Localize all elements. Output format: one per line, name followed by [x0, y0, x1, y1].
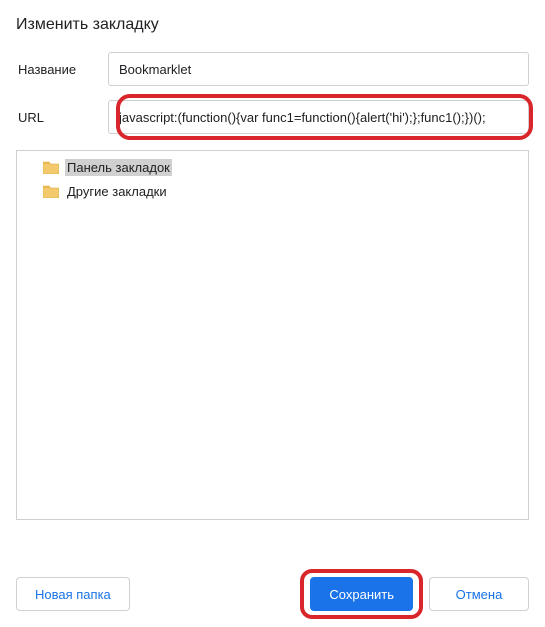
folder-tree[interactable]: Панель закладок Другие закладки	[16, 150, 529, 520]
folder-other-bookmarks[interactable]: Другие закладки	[17, 179, 528, 203]
cancel-button[interactable]: Отмена	[429, 577, 529, 611]
folder-icon	[43, 185, 59, 198]
save-button[interactable]: Сохранить	[310, 577, 413, 611]
name-row: Название	[16, 52, 529, 86]
save-button-wrap: Сохранить	[310, 577, 413, 611]
button-row: Новая папка Сохранить Отмена	[16, 577, 529, 611]
folder-bookmarks-bar[interactable]: Панель закладок	[17, 155, 528, 179]
name-label: Название	[16, 62, 108, 77]
url-label: URL	[16, 110, 108, 125]
dialog-title: Изменить закладку	[16, 16, 529, 34]
url-row: URL	[16, 100, 529, 134]
url-input[interactable]	[108, 100, 529, 134]
new-folder-button[interactable]: Новая папка	[16, 577, 130, 611]
folder-label: Другие закладки	[65, 183, 169, 200]
folder-label: Панель закладок	[65, 159, 172, 176]
folder-icon	[43, 161, 59, 174]
name-input[interactable]	[108, 52, 529, 86]
